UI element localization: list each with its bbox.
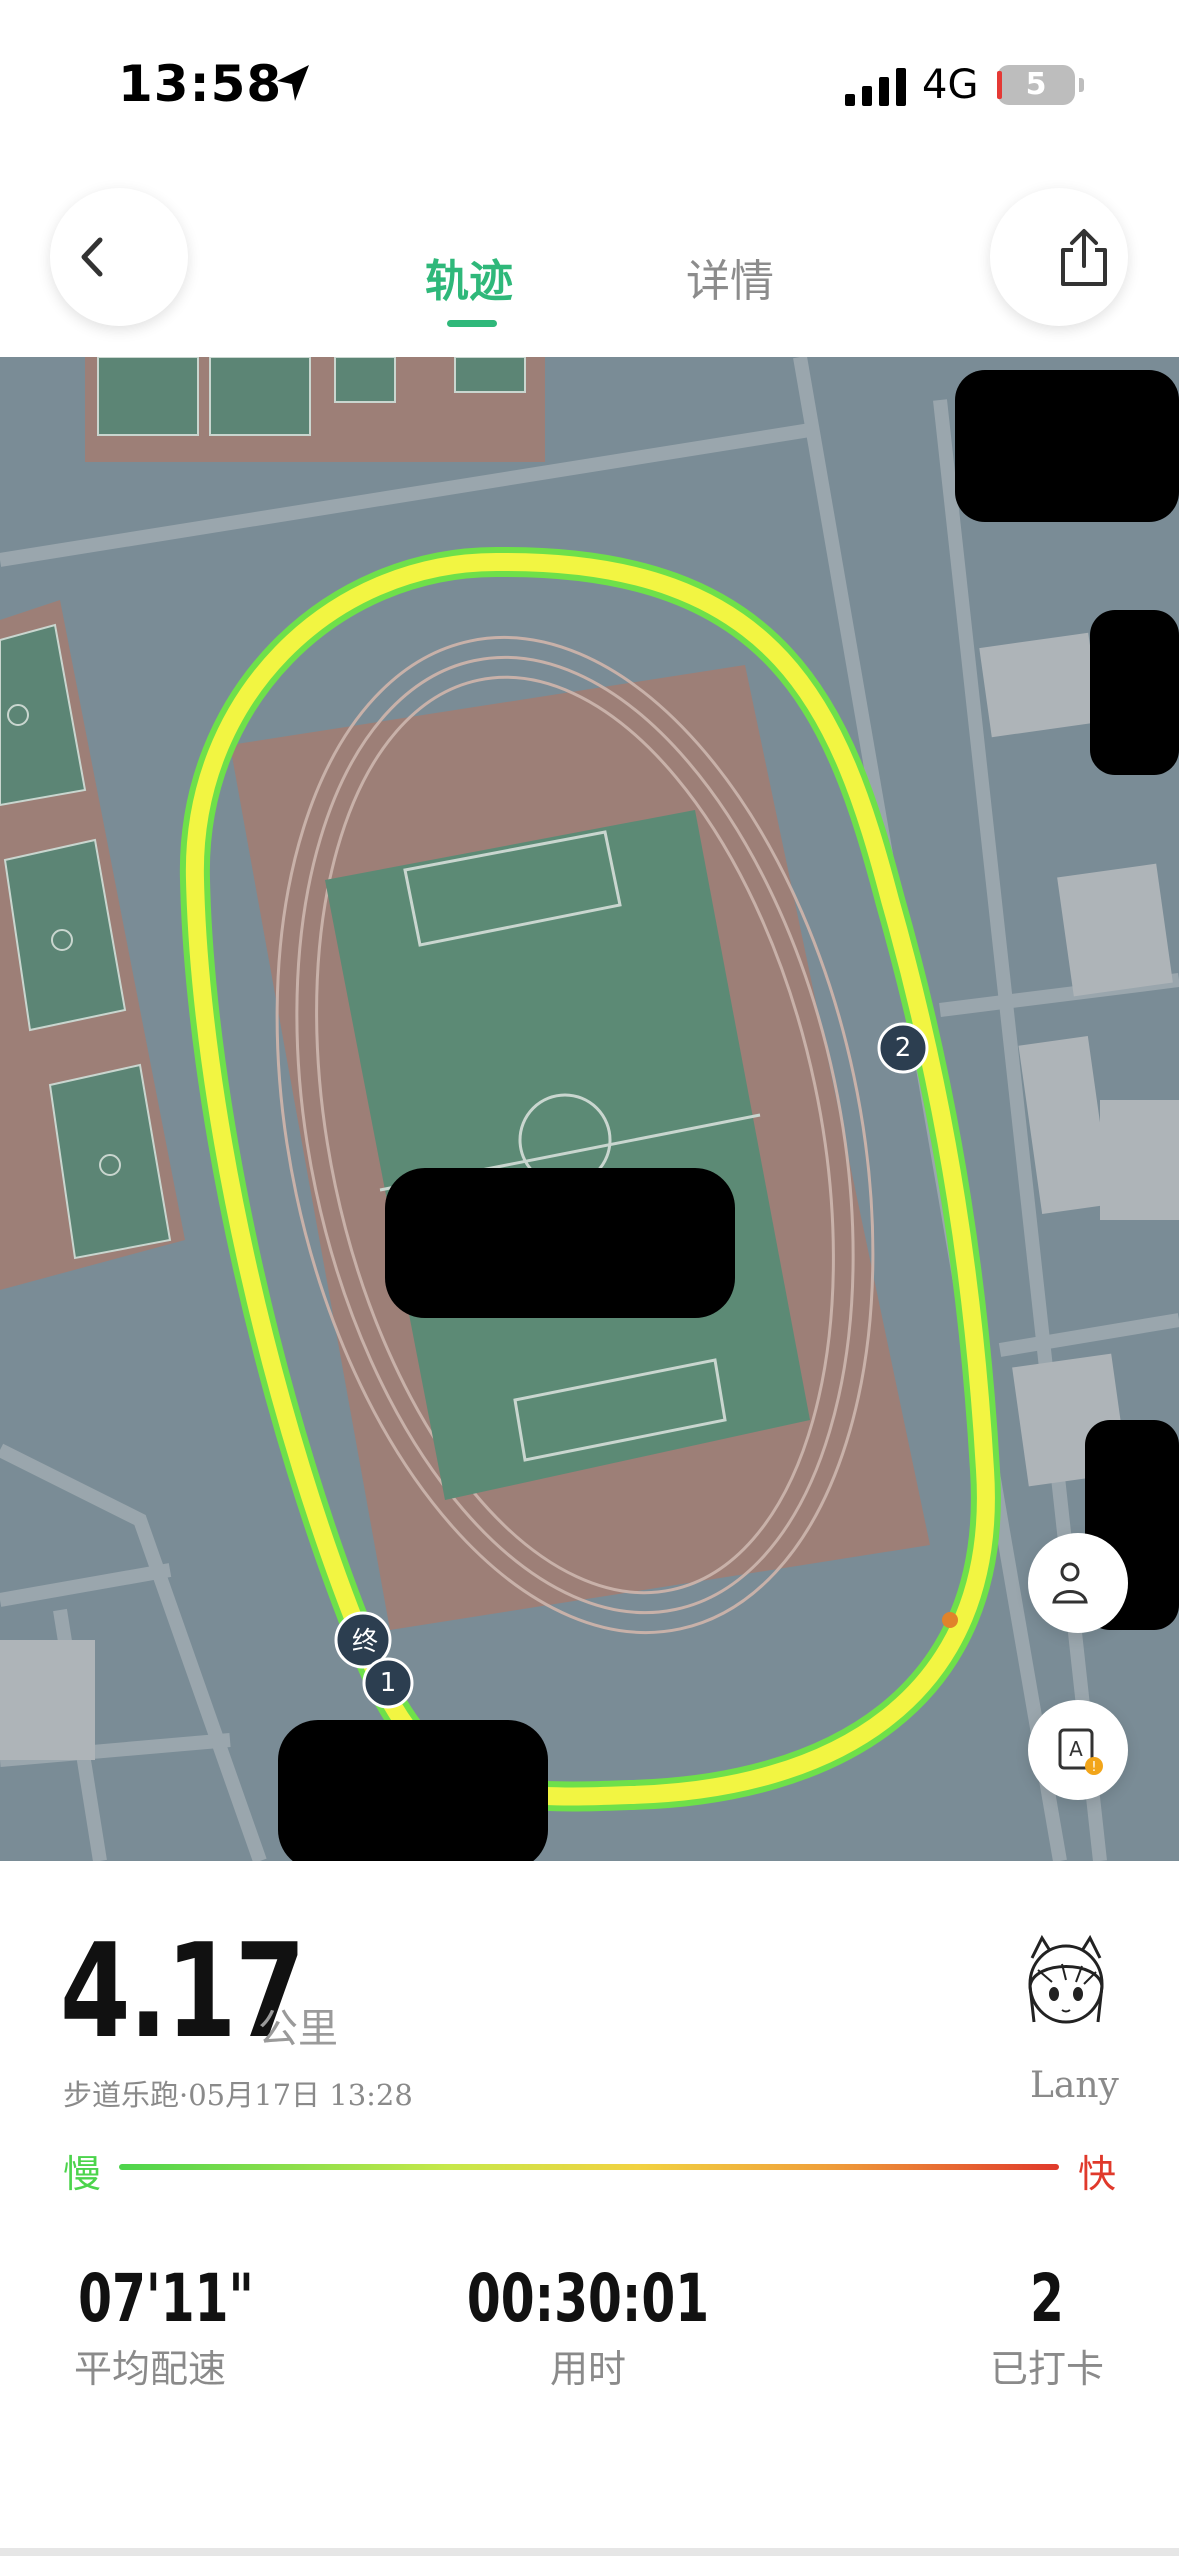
pace-gradient-bar <box>119 2164 1059 2170</box>
avg-pace-value: 07'11" <box>78 2260 254 2337</box>
route-map[interactable]: 终 1 2 <box>0 357 1179 1861</box>
username: Lany <box>1030 2065 1119 2106</box>
chevron-left-icon <box>81 237 103 277</box>
map-marker-1-label: 1 <box>379 1668 397 1698</box>
svg-text:!: ! <box>1091 1760 1096 1775</box>
map-marker-2-label: 2 <box>894 1033 912 1063</box>
share-button[interactable] <box>990 188 1128 326</box>
location-arrow-icon <box>277 65 309 101</box>
tab-track[interactable]: 轨迹 <box>425 245 513 309</box>
back-button[interactable] <box>50 188 188 326</box>
status-time: 13:58 <box>118 55 283 113</box>
duration-value: 00:30:01 <box>466 2260 710 2337</box>
location-button[interactable] <box>1028 1533 1128 1633</box>
avatar-image <box>1028 1934 1104 2024</box>
svg-text:A: A <box>1069 1737 1083 1761</box>
basketball-court <box>85 357 545 462</box>
home-indicator <box>0 2548 1179 2556</box>
duration-label: 用时 <box>549 2347 626 2391</box>
battery-level: 5 <box>1025 67 1047 102</box>
pace-fast-label: 快 <box>1078 2152 1117 2196</box>
person-location-icon <box>1052 1562 1088 1604</box>
distance-unit: 公里 <box>258 2006 338 2052</box>
tab-active-indicator <box>447 320 497 327</box>
avatar[interactable] <box>1012 1930 1120 2038</box>
checkin-count-value: 2 <box>1030 2260 1064 2337</box>
map-marker-end-label: 终 <box>351 1627 378 1657</box>
battery-tip <box>1079 78 1084 92</box>
battery-icon: 5 <box>997 65 1075 105</box>
map-canvas <box>0 357 1179 1861</box>
pace-slow-label: 慢 <box>63 2152 102 2196</box>
status-bar: 13:58 4G 5 <box>0 0 1179 170</box>
checkin-count-label: 已打卡 <box>989 2347 1104 2391</box>
run-info: 步道乐跑·05月17日 13:28 <box>63 2078 413 2112</box>
signal-icon <box>845 68 906 106</box>
map-layer-button[interactable]: A ! <box>1028 1700 1128 1800</box>
network-type: 4G <box>922 62 979 108</box>
map-layer-icon: A ! <box>1058 1728 1103 1775</box>
tab-details[interactable]: 详情 <box>686 245 774 309</box>
avg-pace-label: 平均配速 <box>73 2347 226 2391</box>
share-icon <box>1061 229 1107 286</box>
